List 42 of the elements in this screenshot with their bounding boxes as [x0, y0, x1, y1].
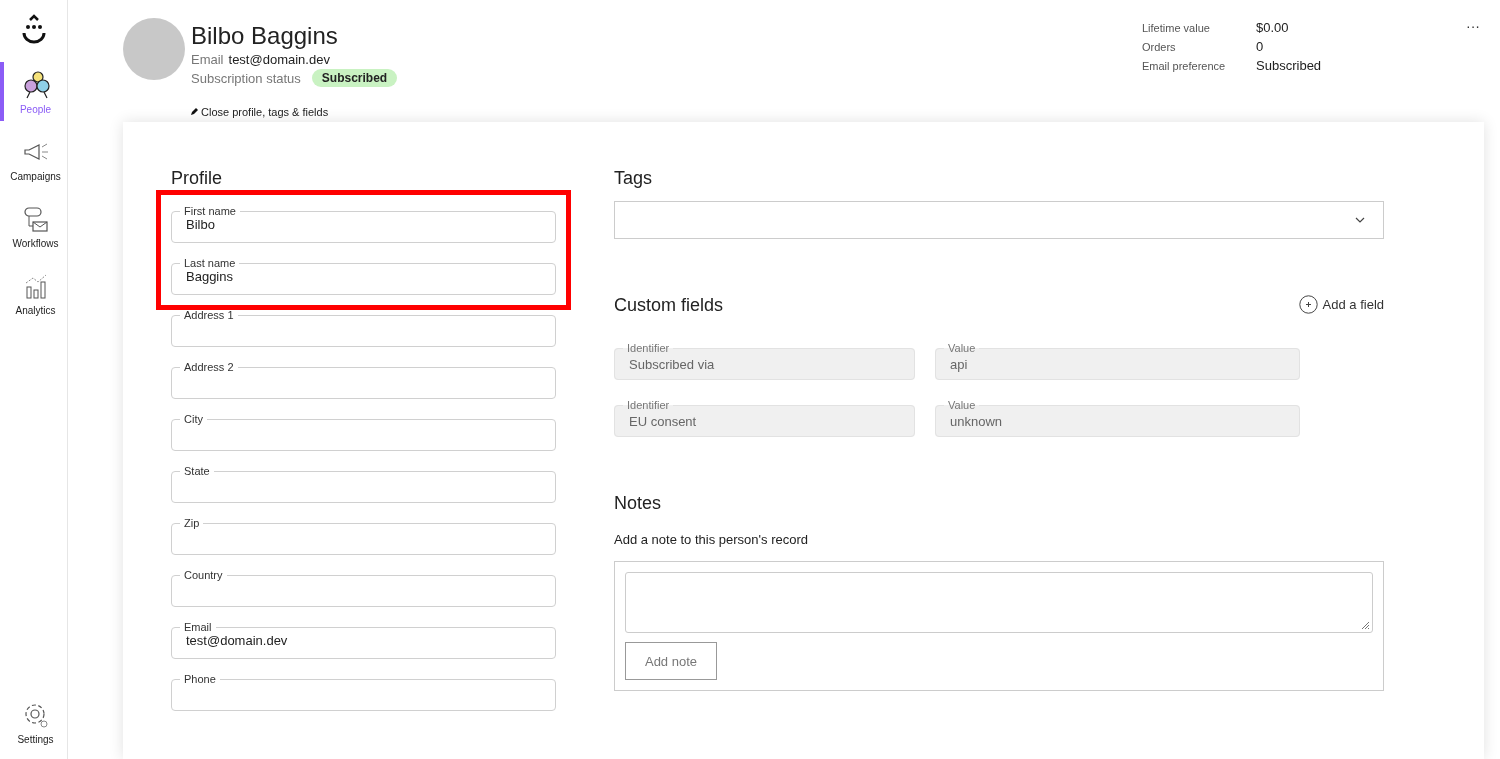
input-field[interactable]: State — [171, 465, 556, 503]
section-title: Notes — [614, 493, 663, 514]
notes-hint: Add a note to this person's record — [614, 532, 809, 547]
nav-item[interactable]: Settings — [0, 692, 67, 751]
input-field[interactable]: Email test@domain.dev — [171, 621, 556, 659]
add-field-button[interactable]: Add a field — [1298, 295, 1384, 314]
resize-grip-icon — [1361, 621, 1370, 630]
stat-value: 0 — [1256, 39, 1265, 54]
close-profile-link[interactable]: Close profile, tags & fields — [123, 106, 329, 118]
stat-value: Subscribed — [1256, 58, 1323, 73]
stat-label: Orders — [1142, 41, 1177, 53]
section-title: Profile — [171, 168, 224, 189]
input-field[interactable]: Phone — [171, 673, 556, 711]
person-name: Bilbo Baggins — [191, 22, 339, 50]
section-title: Custom fields — [614, 295, 724, 316]
nav-item[interactable]: People — [0, 62, 67, 121]
logo-icon — [20, 14, 47, 44]
status-badge: Subscribed — [311, 69, 398, 87]
stat-label: Lifetime value — [1142, 22, 1211, 34]
stat-value: $0.00 — [1256, 20, 1290, 35]
section-title: Tags — [614, 168, 654, 189]
input-field[interactable]: Address 1 — [171, 309, 556, 347]
chevron-down-icon — [1355, 217, 1365, 223]
nav-item[interactable]: Campaigns — [0, 129, 67, 188]
stat-label: Email preference — [1142, 60, 1227, 72]
status-label: Subscription status — [191, 70, 301, 86]
tags-dropdown[interactable] — [614, 201, 1384, 239]
more-menu-button[interactable]: ··· — [1462, 18, 1484, 34]
plus-circle-icon — [1298, 295, 1318, 314]
input-field[interactable]: Country — [171, 569, 556, 607]
add-note-button[interactable]: Add note — [625, 642, 717, 680]
email-value: test@domain.dev — [228, 52, 330, 67]
email-label: Email — [191, 52, 224, 67]
input-field[interactable]: Last name Baggins — [171, 257, 556, 295]
nav-item[interactable]: Workflows — [0, 196, 67, 255]
input-field[interactable]: First name Bilbo — [171, 205, 556, 243]
nav-item[interactable]: Analytics — [0, 263, 67, 322]
input-field[interactable]: City — [171, 413, 556, 451]
input-field[interactable]: Address 2 — [171, 361, 556, 399]
pencil-icon — [190, 108, 198, 116]
input-field[interactable]: Zip — [171, 517, 556, 555]
note-textarea[interactable] — [625, 572, 1373, 633]
